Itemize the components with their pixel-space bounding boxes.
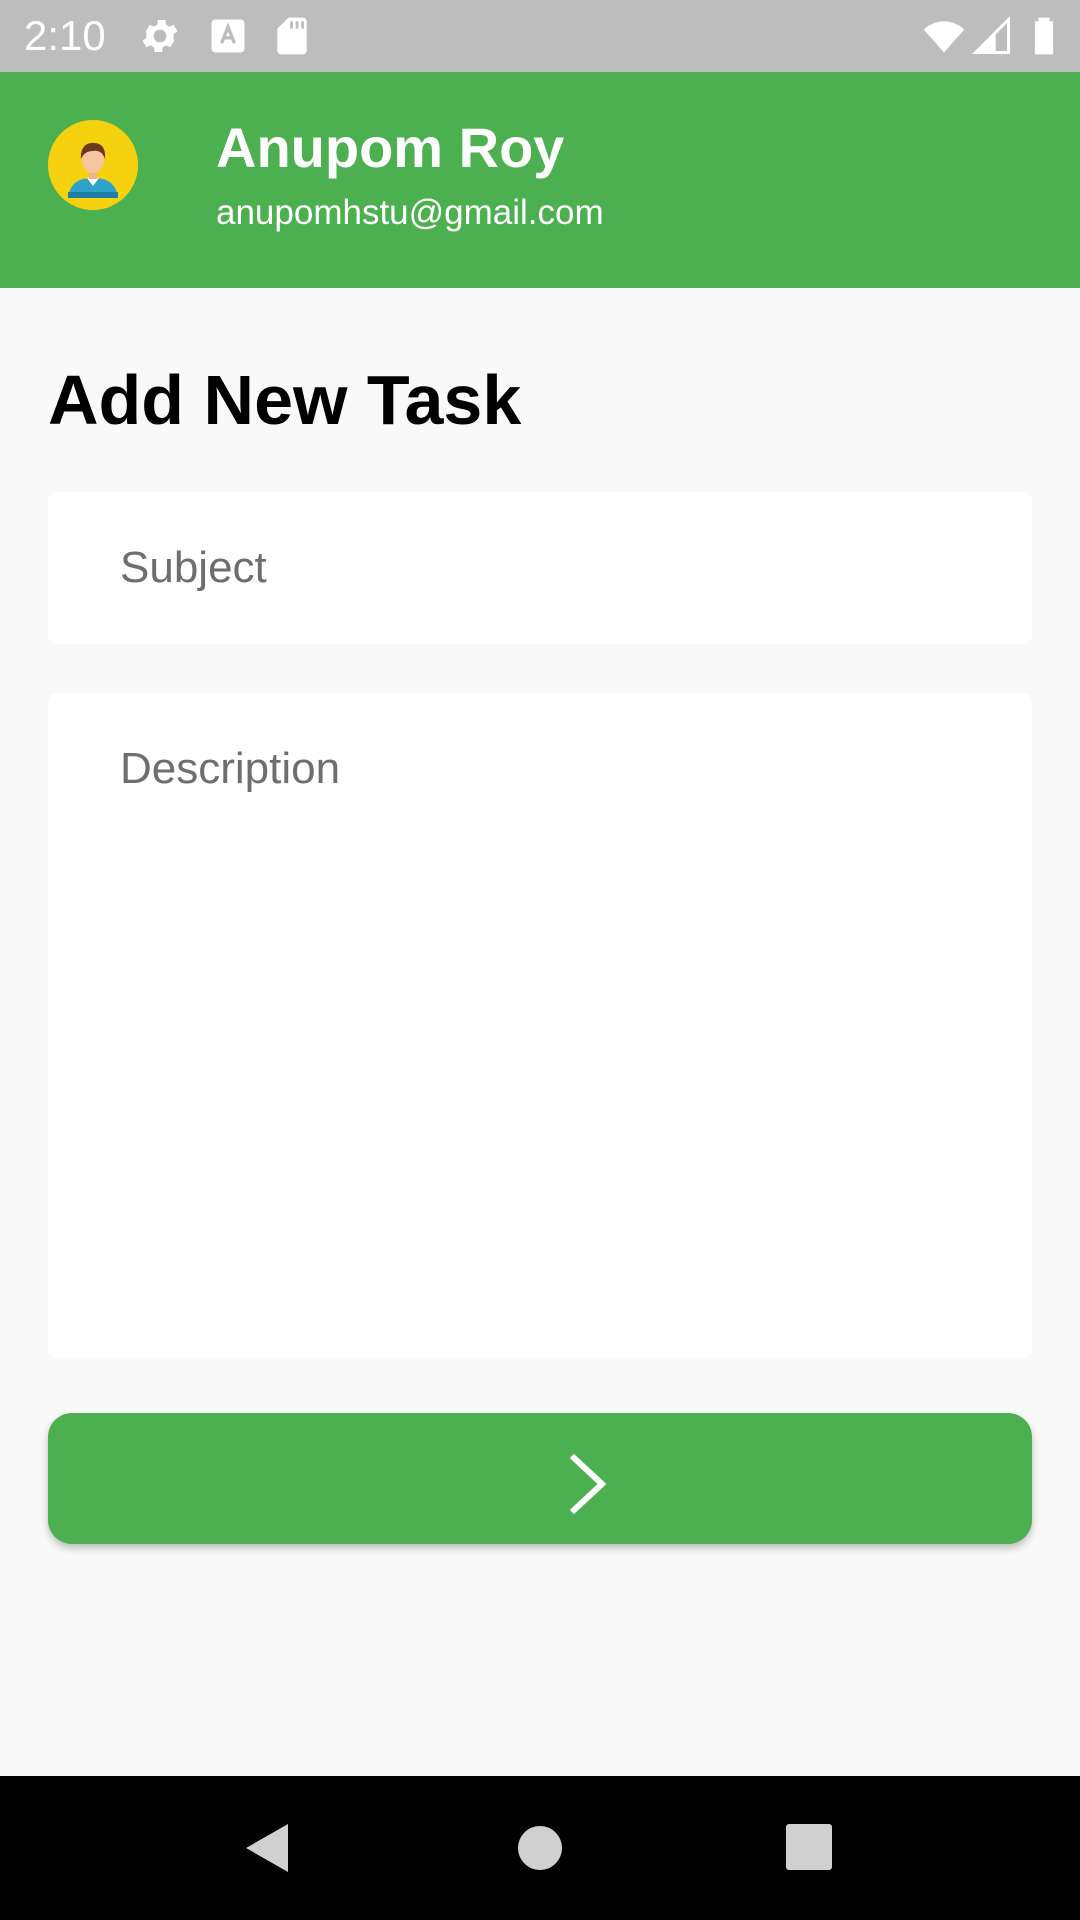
description-input[interactable]: [120, 739, 1008, 1329]
description-field[interactable]: [48, 693, 1032, 1359]
page-title: Add New Task: [48, 361, 522, 439]
app-header: Anupom Roy anupomhstu@gmail.com: [0, 72, 1080, 288]
signal-icon: [970, 14, 1014, 58]
submit-button[interactable]: [48, 1413, 1032, 1544]
settings-icon: [138, 14, 182, 58]
sd-card-icon: [270, 14, 314, 58]
user-avatar-icon: [48, 120, 138, 210]
recents-icon[interactable]: [774, 1812, 846, 1884]
status-bar: 2:10: [0, 0, 1080, 72]
subject-input[interactable]: [120, 538, 1008, 598]
user-name: Anupom Roy: [216, 116, 565, 179]
user-email: anupomhstu@gmail.com: [216, 193, 604, 232]
back-icon[interactable]: [232, 1812, 304, 1884]
text-a-icon: [206, 14, 250, 58]
battery-icon: [1022, 14, 1066, 58]
home-icon[interactable]: [504, 1812, 576, 1884]
status-time: 2:10: [24, 12, 106, 59]
chevron-right-icon: [564, 1453, 612, 1515]
navigation-bar: [0, 1776, 1080, 1920]
wifi-icon: [922, 14, 966, 58]
subject-field[interactable]: [48, 492, 1032, 644]
